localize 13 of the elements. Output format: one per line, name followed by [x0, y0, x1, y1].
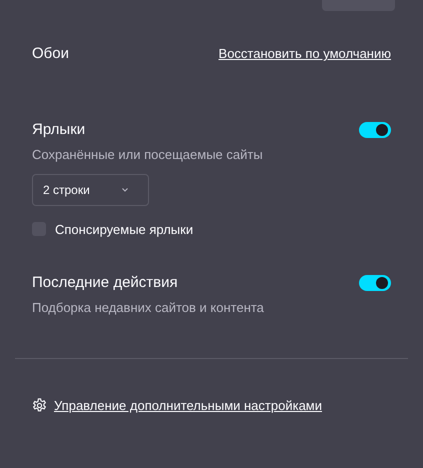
section-title: Последние действия	[32, 272, 178, 293]
toggle-switch[interactable]	[359, 122, 391, 138]
chevron-down-icon	[122, 188, 128, 192]
section-title: Обои	[32, 44, 69, 64]
checkbox-label: Спонсируемые ярлыки	[55, 220, 194, 239]
section-description: Подборка недавних сайтов и контента	[32, 299, 265, 317]
rows-dropdown[interactable]: 2 строки	[32, 174, 149, 206]
settings-icon	[32, 398, 47, 413]
toggle-switch[interactable]	[359, 275, 391, 291]
manage-settings-link[interactable]: Управление дополнительными настройками	[54, 396, 322, 415]
section-title: Ярлыки	[32, 120, 86, 140]
section-description: Сохранённые или посещаемые сайты	[32, 146, 264, 164]
restore-defaults-link[interactable]: Восстановить по умолчанию	[218, 44, 391, 64]
